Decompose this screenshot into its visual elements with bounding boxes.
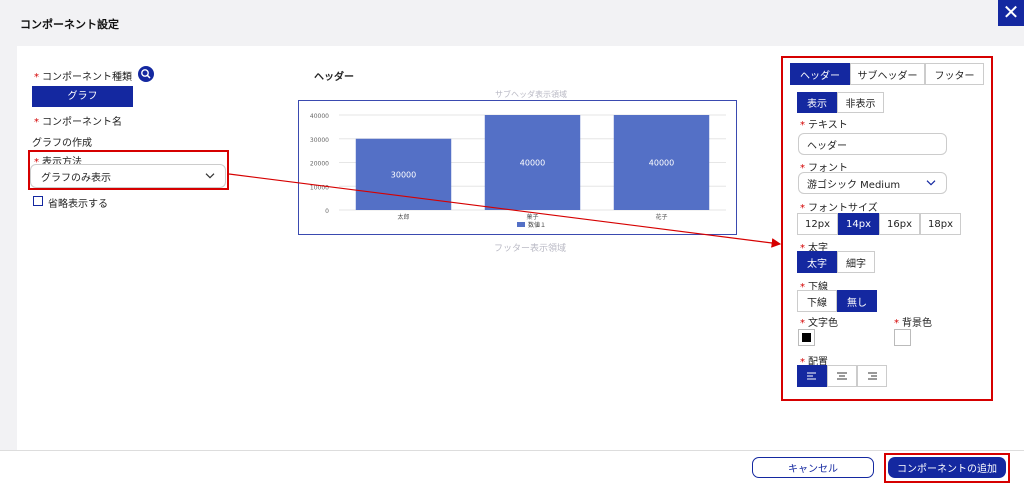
underline-toggle: 下線 無し [797,290,877,312]
font-size-18[interactable]: 18px [920,213,961,235]
section-tabs: ヘッダー サブヘッダー フッター [790,63,984,85]
text-color-fill [802,333,811,342]
bold-toggle: 太字 細字 [797,251,875,273]
font-size-label: * フォントサイズ [800,203,878,214]
font-size-12[interactable]: 12px [797,213,838,235]
tab-footer[interactable]: フッター [925,63,984,85]
align-left-button[interactable] [797,365,827,387]
tab-subheader[interactable]: サブヘッダー [850,63,925,85]
bold-button[interactable]: 太字 [797,251,837,273]
thin-button[interactable]: 細字 [837,251,875,273]
required-mark: * [800,318,805,329]
no-underline-button[interactable]: 無し [837,290,877,312]
font-size-toggle: 12px 14px 16px 18px [797,213,961,235]
text-color-label: * 文字色 [800,318,838,329]
required-mark: * [894,318,899,329]
font-value: 游ゴシック Medium [807,179,901,191]
cancel-button[interactable]: キャンセル [752,457,874,478]
align-left-icon [807,372,816,380]
font-select[interactable]: 游ゴシック Medium [798,172,947,194]
hide-button[interactable]: 非表示 [837,92,884,113]
align-right-button[interactable] [857,365,887,387]
visibility-toggle: 表示 非表示 [797,92,884,113]
align-center-icon [837,372,847,380]
tab-header[interactable]: ヘッダー [790,63,850,85]
show-button[interactable]: 表示 [797,92,837,113]
align-center-button[interactable] [827,365,857,387]
text-input[interactable]: ヘッダー [798,133,947,155]
text-color-swatch[interactable] [798,329,815,346]
bg-color-swatch[interactable] [894,329,911,346]
chevron-down-icon [926,180,936,186]
bg-color-label: * 背景色 [894,318,932,329]
underline-button[interactable]: 下線 [797,290,837,312]
font-size-16[interactable]: 16px [879,213,920,235]
align-toggle [797,365,887,387]
highlight-box-add-button [884,453,1010,483]
align-right-icon [868,372,877,380]
text-label: * テキスト [800,120,848,131]
required-mark: * [800,120,805,131]
font-size-14[interactable]: 14px [838,213,879,235]
